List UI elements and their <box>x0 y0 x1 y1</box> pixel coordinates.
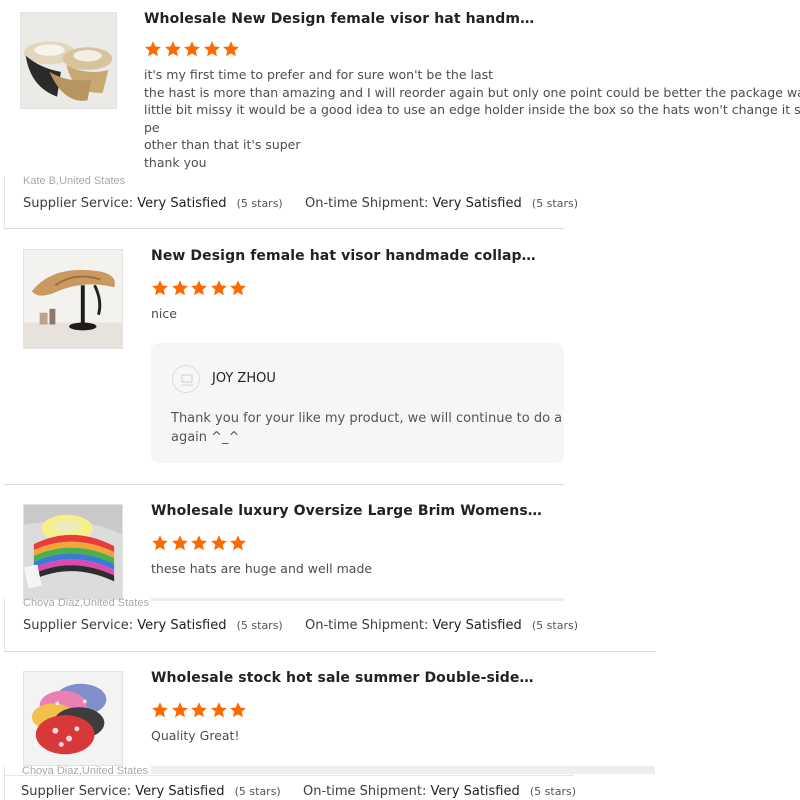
review-comment: it's my first time to prefer and for sur… <box>144 66 800 172</box>
shipment-stars: (5 stars) <box>529 785 577 798</box>
shipment-stars: (5 stars) <box>531 197 579 210</box>
supplier-service-value: Very Satisfied <box>137 196 227 211</box>
comment-line: thank you <box>144 154 207 170</box>
rating-summary: Supplier Service: Very Satisfied (5 star… <box>23 618 283 633</box>
comment-line: these hats are huge and well made <box>151 561 373 576</box>
shipment-label: On-time Shipment: <box>305 196 429 211</box>
divider <box>4 484 564 485</box>
supplier-service-label: Supplier Service: <box>21 784 132 799</box>
rating-stars <box>151 279 249 297</box>
supplier-service-stars: (5 stars) <box>236 619 283 632</box>
tan-visor-hat-on-stand-image <box>24 250 122 348</box>
divider <box>4 775 574 776</box>
star-icon <box>229 701 247 719</box>
star-icon <box>190 534 208 552</box>
comment-line: Quality Great! <box>151 728 240 743</box>
panel-edge <box>4 176 5 228</box>
supplier-service-label: Supplier Service: <box>23 196 134 211</box>
supplier-service-stars: (5 stars) <box>234 785 281 798</box>
reviewer-name: Choya Diaz,United States <box>23 598 149 607</box>
shipment-label: On-time Shipment: <box>303 784 427 799</box>
star-icon <box>210 279 228 297</box>
panel-edge <box>4 766 5 800</box>
panel-edge <box>4 598 5 651</box>
rating-stars <box>151 701 249 719</box>
supplier-service-label: Supplier Service: <box>23 618 134 633</box>
product-thumbnail[interactable] <box>23 249 123 349</box>
supplier-name: JOY ZHOU <box>212 371 276 386</box>
product-title[interactable]: Wholesale New Design female visor hat ha… <box>144 11 534 27</box>
star-icon <box>210 534 228 552</box>
product-title[interactable]: New Design female hat visor handmade col… <box>151 248 536 264</box>
divider <box>4 651 656 652</box>
comment-line: it's my first time to prefer and for sur… <box>144 67 494 82</box>
star-icon <box>210 701 228 719</box>
star-icon <box>151 701 169 719</box>
review-comment: these hats are huge and well made <box>151 560 372 578</box>
shipment-stars: (5 stars) <box>531 619 579 632</box>
reply-line: again ^_^ <box>171 429 240 445</box>
supplier-service-value: Very Satisfied <box>135 784 225 799</box>
star-icon <box>229 534 247 552</box>
product-thumbnail[interactable] <box>23 504 123 600</box>
star-icon <box>151 534 169 552</box>
divider <box>4 228 564 229</box>
product-thumbnail[interactable] <box>20 12 117 109</box>
star-icon <box>171 534 189 552</box>
comment-line: the hast is more than amazing and I will… <box>144 84 800 100</box>
rating-summary-shipment: On-time Shipment: Very Satisfied (5 star… <box>303 784 576 799</box>
supplier-service-value: Very Satisfied <box>137 618 227 633</box>
reply-box-edge <box>151 598 564 601</box>
rating-stars <box>144 40 242 58</box>
product-thumbnail[interactable] <box>23 671 123 766</box>
star-icon <box>151 279 169 297</box>
comment-line: pe <box>144 119 160 135</box>
reviewer-name: Choya Diaz,United States <box>22 766 148 775</box>
review-comment: Quality Great! <box>151 727 239 745</box>
star-icon <box>144 40 162 58</box>
comment-line: little bit missy it would be a good idea… <box>144 102 800 118</box>
rating-summary: Supplier Service: Very Satisfied (5 star… <box>21 784 281 799</box>
reply-text: Thank you for your like my product, we w… <box>171 410 564 447</box>
shipment-label: On-time Shipment: <box>305 618 429 633</box>
colorful-brim-hats-image <box>24 505 122 599</box>
product-title[interactable]: Wholesale stock hot sale summer Double-s… <box>151 670 534 686</box>
reply-box-edge <box>151 766 655 774</box>
comment-line: nice <box>151 306 177 321</box>
rating-summary-shipment: On-time Shipment: Very Satisfied (5 star… <box>305 618 578 633</box>
supplier-service-stars: (5 stars) <box>236 197 283 210</box>
product-title[interactable]: Wholesale luxury Oversize Large Brim Wom… <box>151 503 542 519</box>
star-icon <box>171 279 189 297</box>
rating-summary-shipment: On-time Shipment: Very Satisfied (5 star… <box>305 196 578 211</box>
rating-stars <box>151 534 249 552</box>
star-icon <box>190 279 208 297</box>
star-icon <box>190 701 208 719</box>
star-icon <box>183 40 201 58</box>
supplier-avatar-icon <box>172 365 200 393</box>
shipment-value: Very Satisfied <box>432 618 522 633</box>
star-icon <box>229 279 247 297</box>
star-icon <box>203 40 221 58</box>
bandana-bucket-hats-image <box>24 672 122 765</box>
supplier-reply: JOY ZHOU Thank you for your like my prod… <box>151 343 564 463</box>
star-icon <box>171 701 189 719</box>
review-comment: nice <box>151 305 177 323</box>
star-icon <box>164 40 182 58</box>
rating-summary: Supplier Service: Very Satisfied (5 star… <box>23 196 283 211</box>
shipment-value: Very Satisfied <box>430 784 520 799</box>
comment-line: other than that it's super <box>144 137 301 153</box>
straw-visor-hats-image <box>21 13 116 108</box>
shipment-value: Very Satisfied <box>432 196 522 211</box>
reviewer-name: Kate B,United States <box>23 176 126 185</box>
star-icon <box>222 40 240 58</box>
reply-line: Thank you for your like my product, we w… <box>171 411 564 426</box>
